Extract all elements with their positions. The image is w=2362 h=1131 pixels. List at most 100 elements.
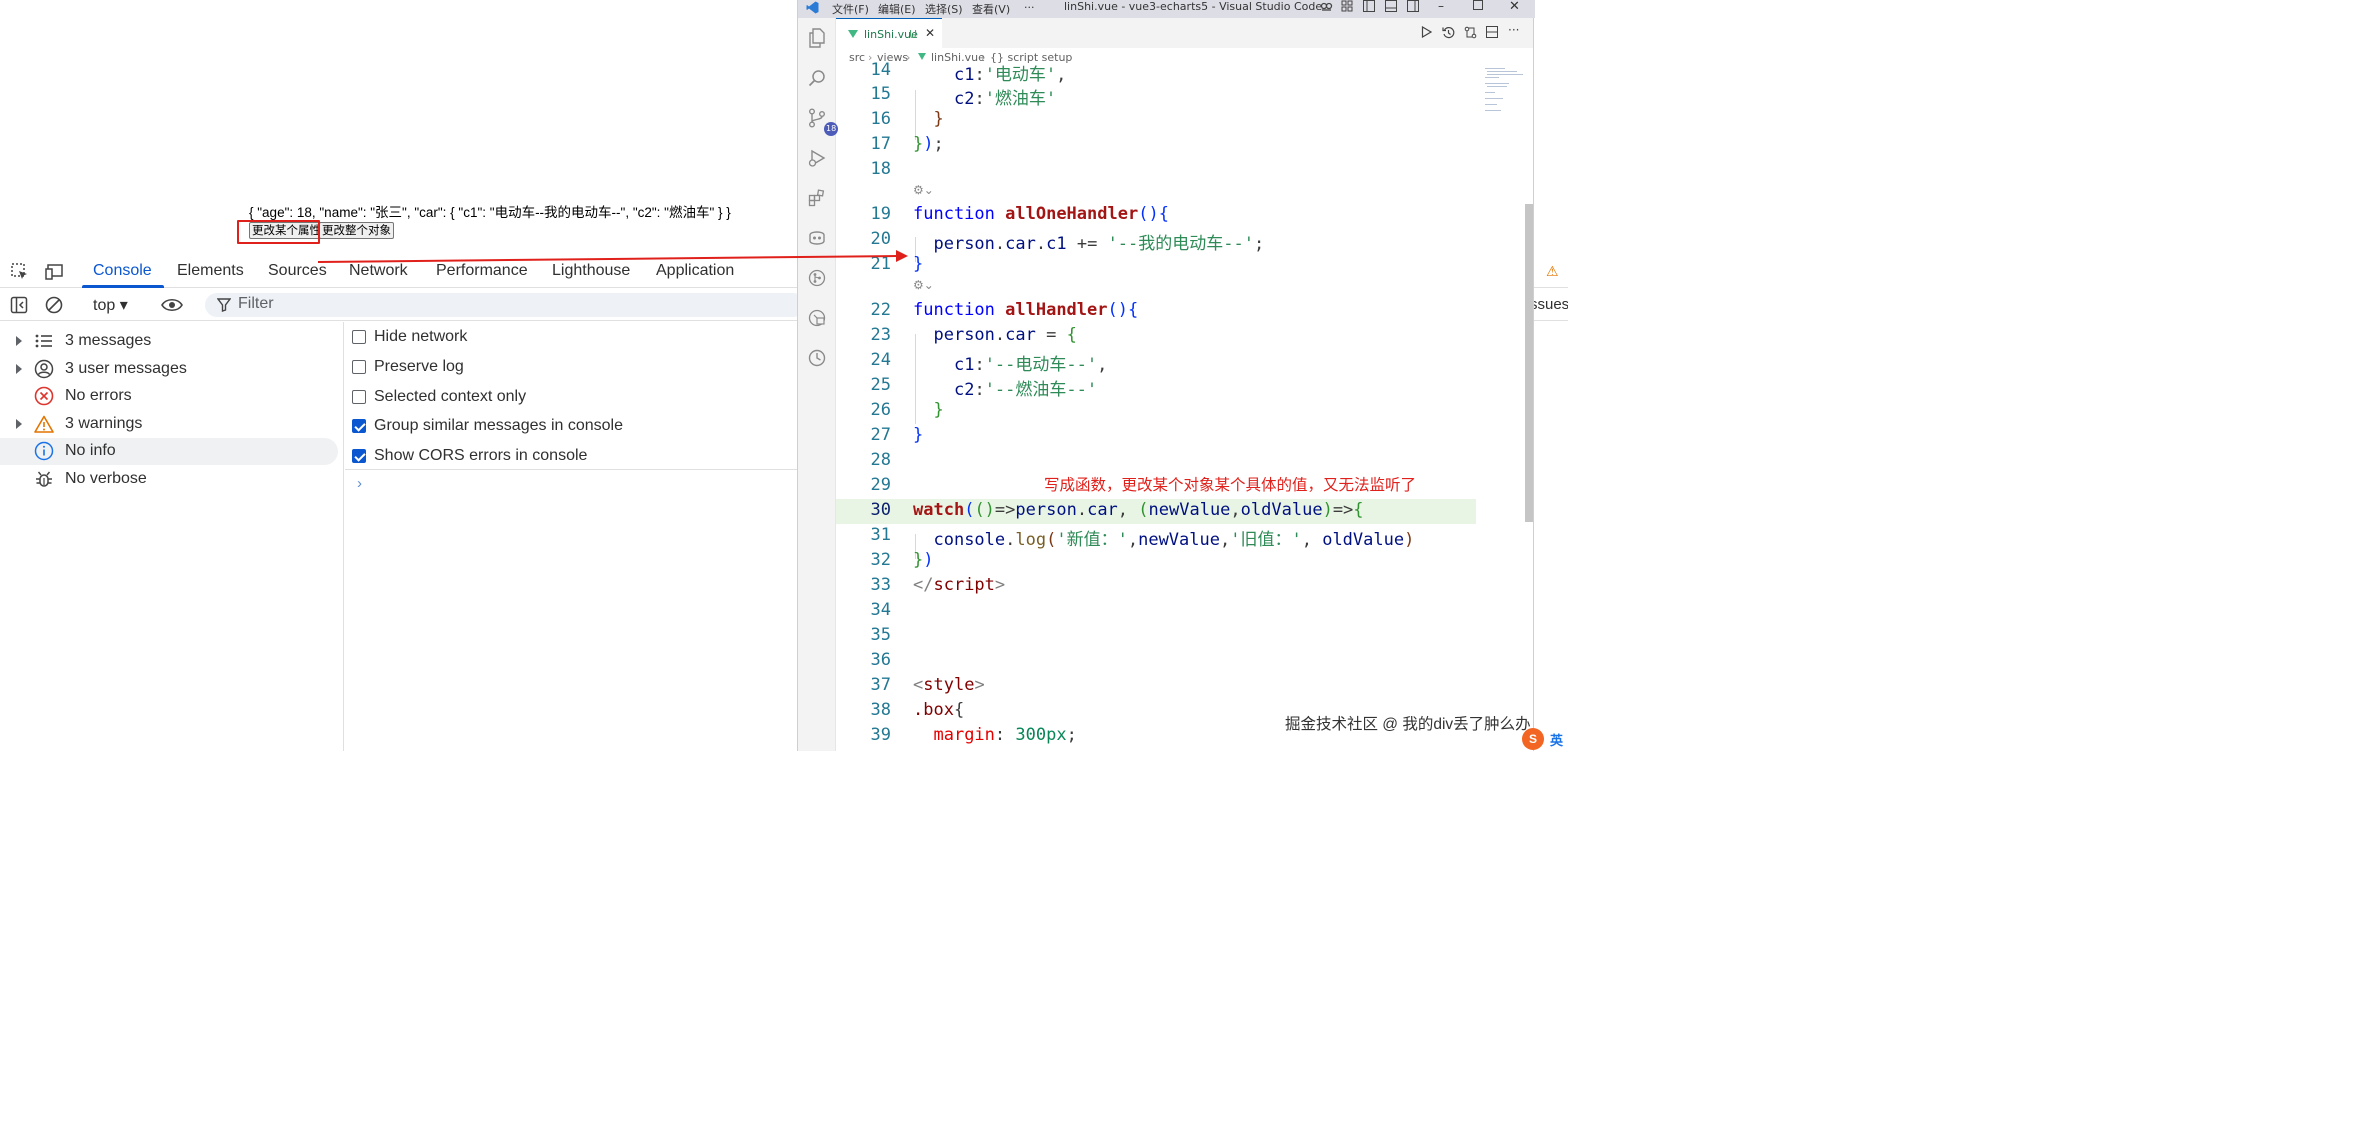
list-icon <box>34 331 54 351</box>
search-icon[interactable] <box>807 68 827 88</box>
sidebar-item-messages[interactable]: 3 messages <box>0 328 338 355</box>
vscode-logo-icon <box>806 1 819 17</box>
hide-network-checkbox[interactable] <box>352 330 366 344</box>
expand-caret-icon[interactable] <box>16 364 22 374</box>
context-selector[interactable]: top ▾ <box>93 295 128 315</box>
split-editor-icon[interactable] <box>1486 26 1498 41</box>
toggle-panel-icon[interactable] <box>1385 0 1397 15</box>
show-cors-checkbox[interactable] <box>352 449 366 463</box>
extensions-icon[interactable] <box>807 188 827 208</box>
code-line: 14 c1:'电动车', <box>870 62 1067 85</box>
group-similar-checkbox[interactable] <box>352 419 366 433</box>
menu-file[interactable]: 文件(F) <box>832 1 869 17</box>
screen: { "age": 18, "name": "张三", "car": { "c1"… <box>0 0 1568 751</box>
clear-console-icon[interactable] <box>44 295 64 315</box>
warning-icon <box>34 414 54 434</box>
toggle-sidebar-icon[interactable] <box>1363 0 1375 15</box>
layout-customize-icon[interactable] <box>1341 0 1353 15</box>
code-line: 25 c2:'--燃油车--' <box>870 375 1098 400</box>
selected-context-checkbox[interactable] <box>352 390 366 404</box>
change-object-button[interactable]: 更改整个对象 <box>319 222 394 239</box>
code-line: 15 c2:'燃油车' <box>870 84 1057 109</box>
filter-input[interactable] <box>205 293 805 317</box>
editor-tabbar: linShi.vue U ✕ ··· <box>836 18 1533 48</box>
reactive-json-output: { "age": 18, "name": "张三", "car": { "c1"… <box>249 205 731 220</box>
code-line: 24 c1:'--电动车--', <box>870 350 1108 375</box>
issues-button[interactable]: ssues <box>1530 296 1568 313</box>
tab-network[interactable]: Network <box>349 262 408 280</box>
code-line: 37 <style> <box>870 675 985 695</box>
console-sidebar: 3 messages 3 user messages No errors 3 w… <box>0 322 344 751</box>
device-toolbar-icon[interactable] <box>45 262 65 282</box>
code-line: 20 person.car.c1 += '--我的电动车--'; <box>870 229 1265 254</box>
sidebar-item-user-messages[interactable]: 3 user messages <box>0 356 338 383</box>
sidebar-item-info[interactable]: No info <box>0 438 338 465</box>
minimap[interactable] <box>1481 62 1525 182</box>
code-editor[interactable]: 14 c1:'电动车', 15 c2:'燃油车' 16 } 17}); 18 ⚙… <box>836 62 1533 751</box>
untracked-status: U <box>909 28 918 41</box>
source-control-icon[interactable]: 18 <box>807 108 839 136</box>
ime-language-indicator[interactable]: 英 <box>1550 730 1563 749</box>
remote-explorer-icon[interactable] <box>807 308 827 328</box>
copilot-codelens-icon[interactable]: ⚙⌄ <box>913 278 934 298</box>
ime-sogou-icon[interactable]: S <box>1522 728 1544 750</box>
menu-view[interactable]: 查看(V) <box>972 1 1010 17</box>
close-tab-icon[interactable]: ✕ <box>925 26 935 40</box>
more-actions-icon[interactable]: ··· <box>1508 23 1519 37</box>
menu-more[interactable]: ··· <box>1024 1 1035 14</box>
sidebar-toggle-icon[interactable] <box>9 295 29 315</box>
vue-file-icon <box>918 53 926 60</box>
tab-console[interactable]: Console <box>93 262 152 280</box>
code-line: 18 <box>870 159 891 179</box>
active-tab-indicator <box>82 285 164 288</box>
watermark: 掘金技术社区 @ 我的div丢了肿么办 <box>1285 716 1531 733</box>
sidebar-item-warnings[interactable]: 3 warnings <box>0 411 338 438</box>
tab-lighthouse[interactable]: Lighthouse <box>552 262 630 280</box>
code-line: 33 </script> <box>870 575 1006 595</box>
code-line: 22 function allHandler(){ <box>870 300 1139 320</box>
copilot-icon[interactable] <box>1320 0 1333 16</box>
expand-caret-icon[interactable] <box>16 336 22 346</box>
tab-application[interactable]: Application <box>656 262 734 280</box>
info-icon <box>34 441 54 461</box>
toggle-secondary-sidebar-icon[interactable] <box>1407 0 1419 15</box>
vue-file-icon <box>848 30 858 38</box>
tab-elements[interactable]: Elements <box>177 262 244 280</box>
tab-sources[interactable]: Sources <box>268 262 327 280</box>
sidebar-item-errors[interactable]: No errors <box>0 383 338 410</box>
code-line: 26 } <box>870 400 944 420</box>
open-changes-icon[interactable] <box>1442 26 1455 42</box>
user-icon <box>34 359 54 379</box>
expand-caret-icon[interactable] <box>16 419 22 429</box>
timeline-icon[interactable] <box>807 348 827 368</box>
explorer-icon[interactable] <box>807 28 827 48</box>
menu-selection[interactable]: 选择(S) <box>925 1 963 17</box>
git-graph-icon[interactable] <box>807 268 827 288</box>
menu-edit[interactable]: 编辑(E) <box>878 1 916 17</box>
copilot-chat-icon[interactable] <box>807 228 827 248</box>
console-prompt-chevron-icon[interactable]: › <box>357 475 362 492</box>
editor-tab-linshi-vue[interactable]: linShi.vue U ✕ <box>836 18 942 48</box>
code-line: 16 } <box>870 109 944 129</box>
run-file-icon[interactable] <box>1421 25 1433 41</box>
sidebar-item-verbose[interactable]: No verbose <box>0 466 338 493</box>
code-line: 31 console.log('新值：',newValue,'旧值：', old… <box>870 525 1415 550</box>
highlight-box <box>237 220 320 244</box>
run-debug-icon[interactable] <box>807 148 827 168</box>
console-settings-panel: Hide network Preserve log Selected conte… <box>345 322 797 470</box>
close-window-icon[interactable]: ✕ <box>1509 0 1520 14</box>
code-line: 21} <box>870 254 924 274</box>
filter-icon <box>214 295 234 315</box>
minimize-icon[interactable]: – <box>1438 0 1444 13</box>
warning-count-icon[interactable]: ⚠ <box>1546 263 1559 280</box>
tab-performance[interactable]: Performance <box>436 262 528 280</box>
editor-scrollbar[interactable] <box>1525 204 1533 522</box>
maximize-icon[interactable] <box>1473 0 1483 13</box>
compare-changes-icon[interactable] <box>1464 26 1477 42</box>
copilot-codelens-icon[interactable]: ⚙⌄ <box>913 183 934 203</box>
preserve-log-checkbox[interactable] <box>352 360 366 374</box>
filter-placeholder: Filter <box>238 295 274 312</box>
window-title: linShi.vue - vue3-echarts5 - Visual Stud… <box>1064 0 1323 13</box>
inspect-element-icon[interactable] <box>10 262 30 282</box>
live-expression-eye-icon[interactable] <box>160 295 184 315</box>
